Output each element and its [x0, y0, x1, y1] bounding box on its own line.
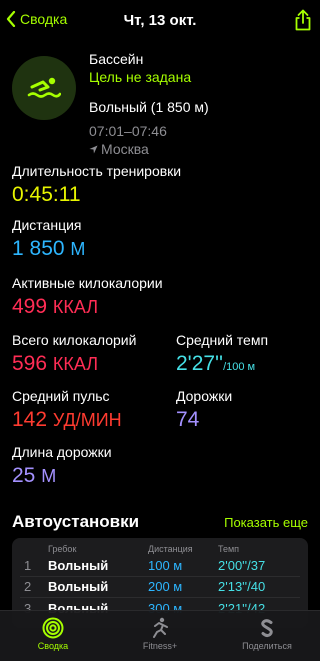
metric-value: 499	[12, 295, 48, 318]
workout-time-range: 07:01–07:46	[89, 123, 167, 139]
tab-summary[interactable]: Сводка	[8, 617, 98, 651]
metric-value: 0:45:11	[12, 183, 81, 206]
metric-distance: Дистанция 1 850 М	[12, 216, 85, 262]
metric-label: Всего килокалорий	[12, 332, 137, 348]
metric-duration: Длительность тренировки 0:45:11	[12, 162, 181, 208]
row-pace: 2'13''/40	[218, 579, 266, 594]
share-button[interactable]	[294, 9, 312, 36]
metric-value-wrap: 499 ККАЛ	[12, 294, 163, 320]
running-figure-icon	[153, 617, 168, 638]
metric-avg-hr: Средний пульс 142 УД/МИН	[12, 387, 122, 433]
nav-bar: Сводка Чт, 13 окт.	[0, 0, 320, 40]
workout-header: Бассейн Цель не задана Вольный (1 850 м)…	[12, 48, 308, 157]
metric-value: 74	[176, 408, 200, 431]
row-distance: 200 м	[148, 579, 183, 594]
row-divider	[20, 597, 300, 598]
workout-location: Москва	[89, 140, 209, 158]
metric-unit: /100 м	[223, 361, 256, 373]
tab-label: Сводка	[37, 641, 69, 651]
tab-fitness-plus[interactable]: Fitness+	[115, 617, 205, 651]
metric-label: Дорожки	[176, 388, 233, 404]
back-button[interactable]: Сводка	[6, 11, 67, 27]
location-arrow-icon	[89, 144, 98, 154]
chevron-left-icon	[6, 11, 16, 27]
metric-value-wrap: 1 850 М	[12, 236, 85, 262]
back-label: Сводка	[20, 11, 68, 27]
row-number: 2	[24, 579, 32, 594]
metric-value: 142	[12, 408, 48, 431]
metric-value: 596	[12, 352, 48, 375]
row-stroke: Вольный	[48, 579, 109, 594]
metric-unit: ККАЛ	[52, 354, 99, 374]
activity-rings-icon	[42, 617, 64, 639]
metric-total-kcal: Всего килокалорий 596 ККАЛ	[12, 331, 136, 377]
column-header-pace: Темп	[218, 544, 240, 554]
metric-laps: Дорожки 74	[176, 387, 232, 433]
metric-label: Длительность тренировки	[12, 163, 182, 179]
table-row[interactable]: 2 Вольный 200 м 2'13''/40	[12, 577, 308, 597]
table-row[interactable]: 1 Вольный 100 м 2'00''/37	[12, 556, 308, 576]
metric-avg-pace: Средний темп 2'27''/100 м	[176, 331, 268, 380]
location-label: Москва	[101, 141, 149, 157]
sharing-s-icon	[261, 619, 273, 638]
metric-value: 25	[12, 464, 36, 487]
share-icon	[295, 9, 311, 31]
tab-bar: Сводка Fitness+ Поделиться	[0, 610, 320, 661]
column-header-distance: Дистанция	[148, 544, 193, 554]
splits-section-title: Автоустановки	[12, 512, 140, 531]
metric-unit: М	[41, 466, 57, 486]
metric-active-kcal: Активные килокалории 499 ККАЛ	[12, 274, 163, 320]
workout-goal: Цель не задана	[89, 69, 192, 85]
row-stroke: Вольный	[48, 558, 109, 573]
row-number: 1	[24, 558, 32, 573]
workout-icon-badge	[12, 56, 76, 120]
column-header-stroke: Гребок	[48, 544, 77, 554]
metric-label: Средний темп	[176, 332, 269, 348]
metric-label: Средний пульс	[12, 388, 110, 404]
swimmer-icon	[27, 77, 61, 98]
metric-value-wrap: 142 УД/МИН	[12, 407, 122, 433]
row-distance: 100 м	[148, 558, 183, 573]
show-more-link[interactable]: Показать еще	[224, 515, 308, 530]
metric-label: Активные килокалории	[12, 275, 163, 291]
metric-unit: ККАЛ	[52, 297, 99, 317]
row-pace: 2'00''/37	[218, 558, 266, 573]
workout-style-distance: Вольный (1 850 м)	[89, 99, 209, 115]
metric-label: Дистанция	[12, 217, 82, 233]
tab-label: Поделиться	[242, 641, 292, 651]
tab-label: Fitness+	[142, 641, 178, 651]
metric-value: 2'27''	[176, 352, 224, 375]
metric-label: Длина дорожки	[12, 444, 112, 460]
metric-unit: УД/МИН	[52, 410, 122, 430]
metric-value: 1 850	[12, 237, 65, 260]
metric-value-wrap: 596 ККАЛ	[12, 351, 136, 377]
metric-unit: М	[70, 239, 86, 259]
metric-value-wrap: 2'27''/100 м	[176, 351, 268, 380]
workout-name: Бассейн	[89, 51, 144, 67]
metric-value-wrap: 25 М	[12, 463, 112, 489]
tab-sharing[interactable]: Поделиться	[222, 617, 312, 651]
metric-pool-length: Длина дорожки 25 М	[12, 443, 112, 489]
